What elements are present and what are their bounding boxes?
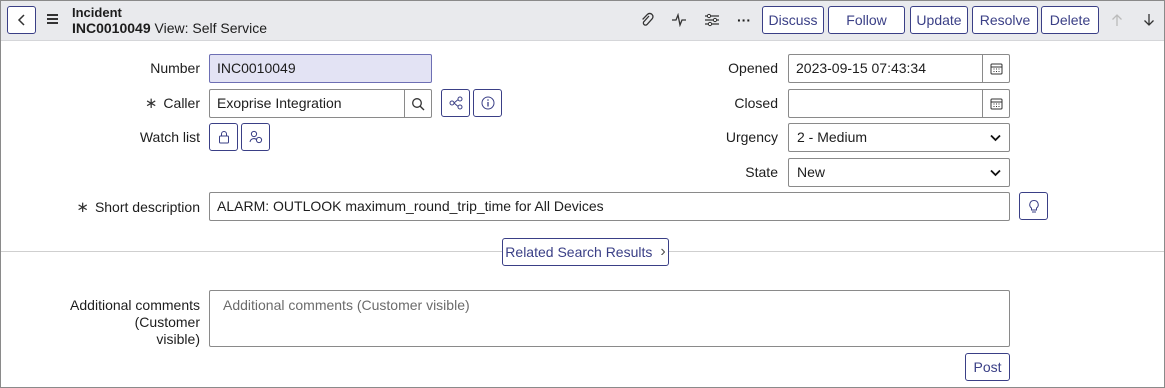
view-label: View: Self Service <box>154 20 268 36</box>
caller-label: ∗ Caller <box>144 95 200 112</box>
caller-field[interactable]: Exoprise Integration <box>209 89 405 118</box>
number-field: INC0010049 <box>209 54 432 83</box>
related-search-label: Related Search Results <box>505 244 653 260</box>
urgency-select[interactable]: 2 - Medium <box>788 123 1010 152</box>
watch-list-label: Watch list <box>139 129 200 145</box>
caller-search-button[interactable] <box>404 89 432 118</box>
additional-comments-label: Additional comments (Customer visible) <box>70 297 200 347</box>
suggestion-button[interactable] <box>1019 192 1048 220</box>
resolve-button[interactable]: Resolve <box>972 6 1038 34</box>
lock-icon <box>218 131 229 144</box>
paperclip-icon[interactable] <box>637 10 657 30</box>
post-button[interactable]: Post <box>965 353 1010 381</box>
state-label: State <box>745 164 778 180</box>
form-header: Incident INC0010049 View: Self Service ·… <box>1 1 1164 41</box>
menu-icon[interactable] <box>47 14 58 26</box>
urgency-label: Urgency <box>725 129 778 145</box>
chevron-down-icon <box>990 169 1001 176</box>
closed-field[interactable] <box>788 89 983 118</box>
lightbulb-icon <box>1028 199 1039 212</box>
urgency-selected-value: 2 - Medium <box>797 129 868 145</box>
follow-button[interactable]: Follow <box>828 6 905 34</box>
closed-calendar-button[interactable] <box>982 89 1010 118</box>
closed-label: Closed <box>734 95 778 111</box>
info-icon <box>481 96 494 110</box>
calendar-icon <box>990 98 1002 110</box>
activity-icon[interactable] <box>669 10 689 30</box>
hierarchy-icon <box>449 96 462 110</box>
chevron-right-icon: › <box>660 243 666 260</box>
watch-list-lock-button[interactable] <box>209 123 238 151</box>
arrow-down-icon[interactable] <box>1139 9 1159 31</box>
short-description-field[interactable]: ALARM: OUTLOOK maximum_round_trip_time f… <box>209 192 1010 221</box>
number-label: Number <box>150 60 200 76</box>
state-select[interactable]: New <box>788 158 1010 187</box>
record-subtitle: INC0010049 View: Self Service <box>72 20 267 36</box>
opened-field[interactable]: 2023-09-15 07:43:34 <box>788 54 983 83</box>
short-description-label: ∗ Short description <box>76 199 200 216</box>
opened-calendar-button[interactable] <box>982 54 1010 83</box>
delete-button[interactable]: Delete <box>1041 6 1099 34</box>
add-user-icon <box>249 130 262 144</box>
required-marker: ∗ <box>76 199 89 216</box>
caller-tree-button[interactable] <box>441 89 470 117</box>
discuss-button[interactable]: Discuss <box>762 6 824 34</box>
opened-label: Opened <box>728 60 778 76</box>
more-options-icon[interactable]: ··· <box>734 10 754 30</box>
related-search-results-button[interactable]: Related Search Results › <box>502 238 669 266</box>
record-type-title: Incident <box>72 5 122 20</box>
state-selected-value: New <box>797 164 826 180</box>
settings-sliders-icon[interactable] <box>702 10 722 30</box>
incident-form-window: Incident INC0010049 View: Self Service ·… <box>0 0 1165 388</box>
calendar-icon <box>990 63 1002 75</box>
chevron-left-icon <box>17 14 25 26</box>
chevron-down-icon <box>990 134 1001 141</box>
arrow-up-icon[interactable] <box>1107 9 1127 31</box>
search-icon <box>412 97 425 110</box>
watch-list-add-me-button[interactable] <box>241 123 270 151</box>
additional-comments-textarea[interactable]: Additional comments (Customer visible) <box>209 290 1010 347</box>
required-marker: ∗ <box>144 95 158 112</box>
back-button[interactable] <box>7 6 36 34</box>
update-button[interactable]: Update <box>910 6 968 34</box>
caller-info-button[interactable] <box>473 89 502 117</box>
record-number: INC0010049 <box>72 20 151 36</box>
